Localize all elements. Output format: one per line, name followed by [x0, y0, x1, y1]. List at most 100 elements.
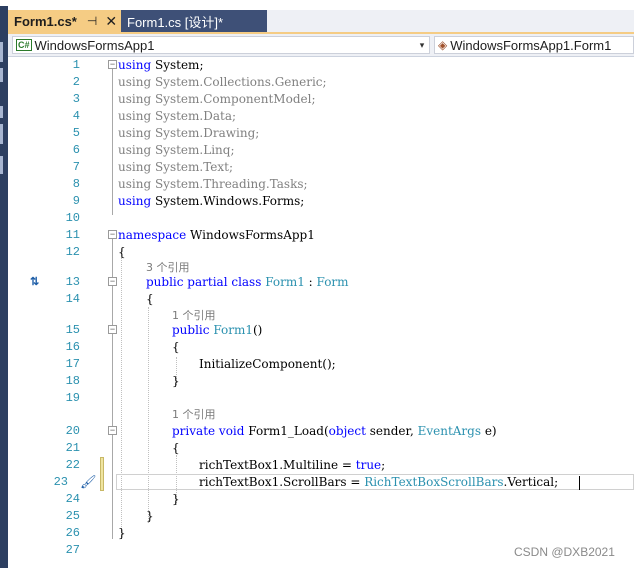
reference-count: 1 — [172, 408, 179, 421]
member-name: WindowsFormsApp1.Form1 — [450, 37, 612, 53]
property-target: richTextBox1.ScrollBars — [199, 475, 347, 489]
code-line: 1 − using System; — [8, 57, 634, 74]
code-line: 16 { — [8, 339, 634, 356]
line-number: 3 — [72, 92, 80, 106]
code-line: 2 using System.Collections.Generic; — [8, 74, 634, 91]
code-line: 8 using System.Threading.Tasks; — [8, 176, 634, 193]
document-tab-bar: Form1.cs* ⊣ ✕ Form1.cs [设计]* — [8, 10, 634, 32]
member-dropdown[interactable]: ◈ WindowsFormsApp1.Form1 — [434, 36, 634, 54]
code-line: ⇅ 13 − public partial class Form1 : Form — [8, 274, 634, 291]
using-namespace: System.Linq — [154, 143, 231, 157]
code-line: 26 } — [8, 525, 634, 542]
line-number: 9 — [72, 194, 80, 208]
window-top-strip — [0, 0, 634, 6]
pin-icon[interactable]: ⊣ — [87, 14, 97, 28]
line-number: 25 — [65, 509, 80, 523]
reference-count: 3 — [146, 261, 153, 274]
line-number: 22 — [65, 458, 80, 472]
code-line: 11 − namespace WindowsFormsApp1 — [8, 227, 634, 244]
codelens[interactable]: 1 个引用 — [8, 406, 634, 421]
side-tab-marker[interactable] — [0, 42, 3, 62]
side-toolbox-strip[interactable] — [0, 6, 8, 568]
line-number: 10 — [65, 211, 80, 225]
using-namespace: System.Collections.Generic — [154, 75, 323, 89]
code-line: 14 { — [8, 291, 634, 308]
line-number: 2 — [72, 75, 80, 89]
base-class: Form — [316, 275, 349, 289]
codelens[interactable]: 1 个引用 — [8, 307, 634, 322]
line-number: 4 — [72, 109, 80, 123]
line-number: 17 — [65, 357, 80, 371]
class-name: Form1 — [265, 275, 305, 289]
line-number: 8 — [72, 177, 80, 191]
collapse-icon[interactable]: − — [108, 60, 117, 69]
collapse-icon[interactable]: − — [108, 325, 117, 334]
close-icon[interactable]: ✕ — [105, 13, 117, 30]
code-line: 15 − public Form1() — [8, 322, 634, 339]
tab-form1-cs[interactable]: Form1.cs* ⊣ ✕ — [8, 10, 121, 32]
using-namespace: System.Text — [154, 160, 229, 174]
code-line: 20 − private void Form1_Load(object send… — [8, 423, 634, 440]
code-line: 5 using System.Drawing; — [8, 125, 634, 142]
line-number: 23 — [53, 475, 68, 489]
tab-label: Form1.cs* — [14, 13, 77, 29]
line-number: 18 — [65, 374, 80, 388]
codelens[interactable]: 3 个引用 — [8, 259, 634, 274]
property-target: richTextBox1.Multiline — [199, 458, 339, 472]
tab-form1-designer[interactable]: Form1.cs [设计]* — [121, 10, 267, 32]
collapse-icon[interactable]: − — [108, 230, 117, 239]
collapse-icon[interactable]: − — [108, 277, 117, 286]
code-line: 21 { — [8, 440, 634, 457]
line-number: 1 — [72, 58, 80, 72]
code-line: 6 using System.Linq; — [8, 142, 634, 159]
line-number: 27 — [65, 543, 80, 557]
code-line: 17 InitializeComponent(); — [8, 356, 634, 373]
code-line: 19 — [8, 390, 634, 407]
line-number: 14 — [65, 292, 80, 306]
using-namespace: System.Windows.Forms — [154, 194, 301, 208]
code-line: 3 using System.ComponentModel; — [8, 91, 634, 108]
code-editor[interactable]: 1 − using System; 2 using System.Collect… — [8, 57, 634, 568]
reference-count: 1 — [172, 309, 179, 322]
enum-value: .Vertical; — [503, 475, 559, 489]
reference-hint: 个引用 — [182, 408, 216, 421]
collapse-icon[interactable]: − — [108, 426, 117, 435]
chevron-down-icon[interactable]: ▾ — [415, 37, 429, 53]
navigation-bar: C# WindowsFormsApp1 ▾ ◈ WindowsFormsApp1… — [8, 34, 634, 57]
code-line: 9 using System.Windows.Forms; — [8, 193, 634, 210]
bool-value: true — [355, 458, 382, 472]
using-namespace: System.Drawing — [154, 126, 256, 140]
line-number: 16 — [65, 340, 80, 354]
side-tab-marker[interactable] — [0, 156, 3, 174]
line-number: 20 — [65, 424, 80, 438]
current-code-line: 23 🖌 richTextBox1.ScrollBars = RichTextB… — [8, 474, 634, 491]
enum-type: RichTextBoxScrollBars — [364, 475, 504, 489]
code-line: 7 using System.Text; — [8, 159, 634, 176]
line-number: 15 — [65, 323, 80, 337]
side-tab-marker[interactable] — [0, 106, 3, 118]
project-name: WindowsFormsApp1 — [34, 37, 155, 53]
line-number: 19 — [65, 391, 80, 405]
line-number: 21 — [65, 441, 80, 455]
text-caret — [579, 475, 580, 490]
line-number: 7 — [72, 160, 80, 174]
quick-actions-brush-icon[interactable]: 🖌 — [80, 474, 97, 490]
project-dropdown[interactable]: C# WindowsFormsApp1 ▾ — [12, 36, 430, 54]
ctor-name: Form1 — [213, 323, 253, 337]
namespace-name: WindowsFormsApp1 — [190, 228, 315, 242]
line-number: 5 — [72, 126, 80, 140]
line-number: 11 — [65, 228, 80, 242]
side-tab-marker[interactable] — [0, 68, 3, 82]
class-icon: ◈ — [438, 38, 448, 52]
side-tab-marker[interactable] — [0, 124, 3, 144]
line-number: 6 — [72, 143, 80, 157]
code-line: 10 — [8, 210, 634, 227]
code-line: 22 richTextBox1.Multiline = true; — [8, 457, 634, 491]
code-line: 18 } — [8, 373, 634, 390]
code-line: 4 using System.Data; — [8, 108, 634, 125]
code-line: 24 } — [8, 491, 634, 508]
code-line: 25 } — [8, 508, 634, 525]
csharp-project-icon: C# — [16, 39, 32, 51]
line-number: 26 — [65, 526, 80, 540]
param-type: EventArgs — [417, 424, 482, 438]
